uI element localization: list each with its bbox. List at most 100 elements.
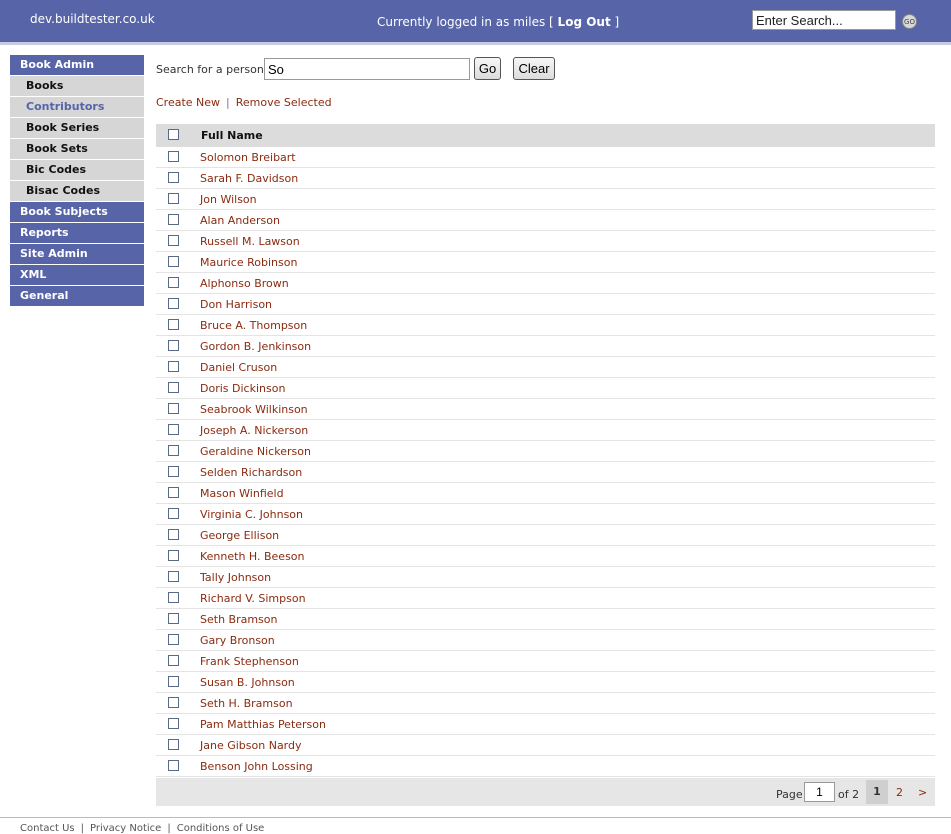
row-checkbox[interactable] [168, 634, 179, 645]
sidebar-item-bic-codes[interactable]: Bic Codes [10, 160, 144, 180]
row-checkbox[interactable] [168, 487, 179, 498]
row-checkbox[interactable] [168, 361, 179, 372]
row-checkbox[interactable] [168, 613, 179, 624]
contributor-name-link[interactable]: Tally Johnson [200, 571, 271, 584]
table-row: Seabrook Wilkinson [156, 399, 935, 420]
contributor-name-link[interactable]: Virginia C. Johnson [200, 508, 303, 521]
sidebar-item-book-subjects[interactable]: Book Subjects [10, 202, 144, 222]
row-checkbox[interactable] [168, 235, 179, 246]
row-checkbox[interactable] [168, 256, 179, 267]
contributor-name-link[interactable]: Gordon B. Jenkinson [200, 340, 311, 353]
sidebar-item-site-admin[interactable]: Site Admin [10, 244, 144, 264]
remove-selected-link[interactable]: Remove Selected [236, 96, 332, 109]
site-search-input[interactable] [752, 10, 896, 30]
login-prefix: Currently logged in as miles [ [377, 15, 554, 29]
contributor-name-link[interactable]: Seth H. Bramson [200, 697, 293, 710]
contributor-name-link[interactable]: Frank Stephenson [200, 655, 299, 668]
contributor-name-link[interactable]: Gary Bronson [200, 634, 275, 647]
contributor-name-link[interactable]: Maurice Robinson [200, 256, 297, 269]
next-page-link[interactable]: > [918, 786, 927, 799]
login-status: Currently logged in as miles [ Log Out ] [377, 15, 619, 29]
row-checkbox[interactable] [168, 508, 179, 519]
row-checkbox[interactable] [168, 739, 179, 750]
select-all-checkbox[interactable] [168, 129, 179, 140]
privacy-notice-link[interactable]: Privacy Notice [90, 823, 161, 834]
sidebar-item-general[interactable]: General [10, 286, 144, 306]
row-checkbox[interactable] [168, 697, 179, 708]
table-row: Alan Anderson [156, 210, 935, 231]
contributor-name-link[interactable]: Bruce A. Thompson [200, 319, 307, 332]
contact-us-link[interactable]: Contact Us [20, 823, 75, 834]
contributor-name-link[interactable]: Alphonso Brown [200, 277, 289, 290]
row-checkbox[interactable] [168, 550, 179, 561]
contributor-name-link[interactable]: Russell M. Lawson [200, 235, 300, 248]
row-checkbox[interactable] [168, 529, 179, 540]
contributor-name-link[interactable]: Geraldine Nickerson [200, 445, 311, 458]
row-checkbox[interactable] [168, 718, 179, 729]
row-checkbox[interactable] [168, 277, 179, 288]
contributor-name-link[interactable]: Daniel Cruson [200, 361, 277, 374]
person-search-input[interactable] [264, 58, 470, 80]
contributor-name-link[interactable]: Mason Winfield [200, 487, 284, 500]
sidebar-item-books[interactable]: Books [10, 76, 144, 96]
row-checkbox[interactable] [168, 592, 179, 603]
contributor-name-link[interactable]: George Ellison [200, 529, 279, 542]
row-checkbox[interactable] [168, 760, 179, 771]
site-name: dev.buildtester.co.uk [30, 12, 155, 26]
row-checkbox[interactable] [168, 466, 179, 477]
contributor-name-link[interactable]: Susan B. Johnson [200, 676, 295, 689]
row-checkbox[interactable] [168, 571, 179, 582]
sidebar-item-book-series[interactable]: Book Series [10, 118, 144, 138]
page-1-link[interactable]: 1 [866, 780, 888, 804]
row-checkbox[interactable] [168, 298, 179, 309]
contributor-name-link[interactable]: Solomon Breibart [200, 151, 296, 164]
conditions-of-use-link[interactable]: Conditions of Use [177, 823, 265, 834]
clear-button[interactable]: Clear [513, 57, 555, 80]
contributor-name-link[interactable]: Seabrook Wilkinson [200, 403, 308, 416]
row-checkbox[interactable] [168, 676, 179, 687]
row-checkbox[interactable] [168, 319, 179, 330]
contributor-name-link[interactable]: Seth Bramson [200, 613, 278, 626]
contributor-name-link[interactable]: Doris Dickinson [200, 382, 285, 395]
contributor-name-link[interactable]: Pam Matthias Peterson [200, 718, 326, 731]
contributor-name-link[interactable]: Joseph A. Nickerson [200, 424, 308, 437]
footer-separator: | [167, 823, 171, 834]
sidebar-item-book-admin[interactable]: Book Admin [10, 55, 144, 75]
row-checkbox[interactable] [168, 151, 179, 162]
table-row: Maurice Robinson [156, 252, 935, 273]
sidebar-item-bisac-codes[interactable]: Bisac Codes [10, 181, 144, 201]
logout-link[interactable]: Log Out [558, 15, 611, 29]
sidebar-item-reports[interactable]: Reports [10, 223, 144, 243]
row-checkbox[interactable] [168, 655, 179, 666]
contributor-name-link[interactable]: Don Harrison [200, 298, 272, 311]
go-button[interactable]: Go [474, 57, 501, 80]
table-row: Gordon B. Jenkinson [156, 336, 935, 357]
create-new-link[interactable]: Create New [156, 96, 220, 109]
table-row: Selden Richardson [156, 462, 935, 483]
row-checkbox[interactable] [168, 172, 179, 183]
contributor-name-link[interactable]: Sarah F. Davidson [200, 172, 298, 185]
contributor-name-link[interactable]: Kenneth H. Beeson [200, 550, 305, 563]
row-checkbox[interactable] [168, 445, 179, 456]
sidebar-item-xml[interactable]: XML [10, 265, 144, 285]
contributor-name-link[interactable]: Alan Anderson [200, 214, 280, 227]
contributor-name-link[interactable]: Richard V. Simpson [200, 592, 306, 605]
contributor-name-link[interactable]: Selden Richardson [200, 466, 302, 479]
row-checkbox[interactable] [168, 214, 179, 225]
table-row: Benson John Lossing [156, 756, 935, 777]
contributor-name-link[interactable]: Jane Gibson Nardy [200, 739, 302, 752]
row-checkbox[interactable] [168, 403, 179, 414]
full-name-column-header[interactable]: Full Name [201, 129, 263, 142]
row-checkbox[interactable] [168, 193, 179, 204]
contributor-name-link[interactable]: Jon Wilson [200, 193, 257, 206]
contributor-name-link[interactable]: Benson John Lossing [200, 760, 313, 773]
row-checkbox[interactable] [168, 382, 179, 393]
page-number-input[interactable] [804, 782, 835, 802]
sidebar-item-contributors[interactable]: Contributors [10, 97, 144, 117]
site-search-go-button[interactable]: GO [902, 14, 917, 29]
row-checkbox[interactable] [168, 424, 179, 435]
sidebar-item-book-sets[interactable]: Book Sets [10, 139, 144, 159]
page-2-link[interactable]: 2 [896, 786, 903, 799]
table-row: Kenneth H. Beeson [156, 546, 935, 567]
row-checkbox[interactable] [168, 340, 179, 351]
